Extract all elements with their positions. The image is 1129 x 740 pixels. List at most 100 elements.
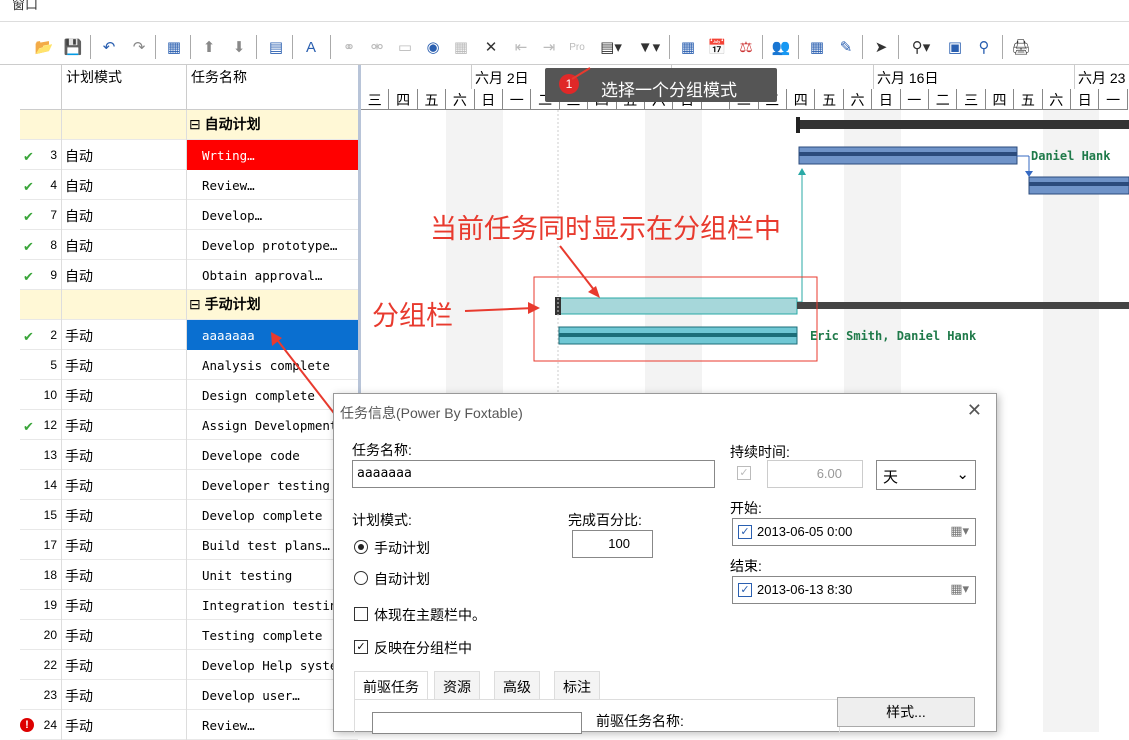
task-row[interactable]: 8 ✔ 自动 Develop prototype… — [20, 230, 358, 260]
task-row[interactable]: 3 ✔ 自动 Wrting… — [20, 140, 358, 170]
zoom-fit-icon[interactable]: ▣ — [944, 36, 966, 58]
tab-notes[interactable]: 标注 — [554, 671, 600, 699]
start-checkbox[interactable]: ✓ — [738, 525, 752, 539]
task-info-icon[interactable]: ▤ — [265, 36, 287, 58]
row-number: 20 — [20, 620, 62, 650]
task-row[interactable]: 13 手动 Develope code — [20, 440, 358, 470]
toolbar: 📂 💾 ↶ ↷ ▦ ⬆ ⬇ ▤ A ⚭ ⚮ ▭ ◉ ▦ ✕ ⇤ ⇥ Pro ▤▾… — [0, 23, 1129, 65]
group-row[interactable]: ⊟ 手动计划 — [20, 290, 358, 320]
project-info-icon[interactable]: ▦ — [806, 36, 828, 58]
save-icon[interactable]: 💾 — [62, 36, 84, 58]
row-mode: 手动 — [62, 410, 187, 440]
group-reflect-label: 反映在分组栏中 — [374, 640, 472, 656]
pointer-icon[interactable]: ➤ — [870, 36, 892, 58]
font-icon[interactable]: A — [300, 36, 322, 58]
resources-icon[interactable]: 👥 — [770, 36, 792, 58]
group-row[interactable]: ⊟ 自动计划 — [20, 110, 358, 140]
outdent-icon[interactable]: ⇤ — [510, 36, 532, 58]
zoom-icon[interactable]: ⚲▾ — [906, 36, 936, 58]
auto-radio[interactable] — [354, 571, 368, 585]
calendar-dropdown-icon[interactable]: ▦▾ — [950, 581, 969, 597]
style-button[interactable]: 样式... — [837, 697, 975, 727]
task-row[interactable]: 19 手动 Integration testing — [20, 590, 358, 620]
tab-resources[interactable]: 资源 — [434, 671, 480, 699]
task-row[interactable]: 15 手动 Develop complete — [20, 500, 358, 530]
row-mode: 手动 — [62, 590, 187, 620]
indent-icon[interactable]: ⇥ — [538, 36, 560, 58]
table-view-icon[interactable]: ▦ — [677, 36, 699, 58]
row-task-name[interactable]: Develop… — [187, 200, 358, 230]
print-icon[interactable]: 🖨 — [1010, 36, 1032, 58]
filter-icon[interactable]: ▼▾ — [634, 36, 664, 58]
row-number: 17 — [20, 530, 62, 560]
task-row[interactable]: 14 手动 Developer testing — [20, 470, 358, 500]
edit-calendar-icon[interactable]: ✎ — [835, 36, 857, 58]
task-name-input[interactable]: aaaaaaa — [352, 460, 715, 488]
row-task-name[interactable]: Develop prototype… — [187, 230, 358, 260]
manual-radio[interactable] — [354, 540, 368, 554]
task-row[interactable]: 10 手动 Design complete — [20, 380, 358, 410]
task-row[interactable]: 22 手动 Develop Help system — [20, 650, 358, 680]
collapse-icon[interactable]: ⊟ — [189, 116, 205, 132]
move-up-icon[interactable]: ⬆ — [198, 36, 220, 58]
progress-icon[interactable]: Pro — [566, 36, 588, 58]
columns-icon[interactable]: ▦ — [163, 36, 185, 58]
redo-icon[interactable]: ↷ — [128, 36, 150, 58]
row-number — [20, 290, 62, 320]
percent-input[interactable]: 100 — [572, 530, 653, 558]
scale-icon[interactable]: ⚖ — [735, 36, 757, 58]
move-down-icon[interactable]: ⬇ — [228, 36, 250, 58]
group-mode-icon[interactable]: ▤▾ — [596, 36, 626, 58]
calendar-icon[interactable]: 📅 — [706, 36, 728, 58]
task-row[interactable]: 7 ✔ 自动 Develop… — [20, 200, 358, 230]
task-row[interactable]: 18 手动 Unit testing — [20, 560, 358, 590]
summary-bar-auto[interactable] — [797, 120, 1129, 129]
link-icon[interactable]: ⚭ — [338, 36, 360, 58]
calendar-dropdown-icon[interactable]: ▦▾ — [950, 523, 969, 539]
task-row[interactable]: 23 手动 Develop user… — [20, 680, 358, 710]
start-date-input[interactable]: ✓ 2013-06-05 0:00 ▦▾ — [732, 518, 976, 546]
task-row[interactable]: 20 手动 Testing complete — [20, 620, 358, 650]
end-checkbox[interactable]: ✓ — [738, 583, 752, 597]
unlink-icon[interactable]: ⚮ — [366, 36, 388, 58]
end-date-input[interactable]: ✓ 2013-06-13 8:30 ▦▾ — [732, 576, 976, 604]
collapse-icon[interactable]: ⊟ — [189, 296, 205, 312]
delete-icon[interactable]: ✕ — [480, 36, 502, 58]
row-task-name[interactable]: Wrting… — [187, 140, 358, 170]
task-row[interactable]: 2 ✔ 手动 aaaaaaa — [20, 320, 358, 350]
task-row[interactable]: 5 手动 Analysis complete — [20, 350, 358, 380]
row-task-name[interactable]: aaaaaaa — [187, 320, 358, 350]
task-row[interactable]: 12 ✔ 手动 Assign Development — [20, 410, 358, 440]
duration-unit-select[interactable]: 天 ⌄ — [876, 460, 976, 490]
predecessor-list[interactable] — [372, 712, 582, 734]
milestone-icon[interactable]: ◉ — [422, 36, 444, 58]
end-label: 结束: — [730, 558, 762, 574]
calendar-grid-icon[interactable]: ▦ — [450, 36, 472, 58]
row-mode — [62, 290, 187, 320]
complete-check-icon: ✔ — [23, 269, 34, 284]
task-row[interactable]: 9 ✔ 自动 Obtain approval… — [20, 260, 358, 290]
tab-advanced[interactable]: 高级 — [494, 671, 540, 699]
group-bar-current-task[interactable] — [556, 297, 798, 315]
duration-checkbox[interactable]: ✓ — [737, 466, 751, 480]
close-icon[interactable]: ✕ — [967, 400, 982, 421]
summary-checkbox[interactable] — [354, 607, 368, 621]
column-header-mode[interactable]: 计划模式 — [62, 65, 187, 110]
group-reflect-checkbox[interactable]: ✓ — [354, 640, 368, 654]
row-task-name[interactable]: Review… — [187, 170, 358, 200]
task-row[interactable]: 17 手动 Build test plans… — [20, 530, 358, 560]
row-task-name[interactable]: ⊟ 手动计划 — [187, 290, 358, 320]
duration-input[interactable]: 6.00 — [767, 460, 863, 488]
zoom-task-icon[interactable]: ⚲ — [973, 36, 995, 58]
open-folder-icon[interactable]: 📂 — [33, 36, 55, 58]
row-task-name[interactable]: ⊟ 自动计划 — [187, 110, 358, 140]
split-icon[interactable]: ▭ — [394, 36, 416, 58]
tab-predecessors[interactable]: 前驱任务 — [354, 671, 428, 699]
task-row[interactable]: 4 ✔ 自动 Review… — [20, 170, 358, 200]
column-header-name[interactable]: 任务名称 — [187, 65, 358, 110]
row-task-name[interactable]: Obtain approval… — [187, 260, 358, 290]
task-row[interactable]: 24! 手动 Review… — [20, 710, 358, 740]
undo-icon[interactable]: ↶ — [98, 36, 120, 58]
row-task-name[interactable]: Analysis complete — [187, 350, 358, 380]
summary-bar-manual[interactable] — [797, 302, 1129, 309]
